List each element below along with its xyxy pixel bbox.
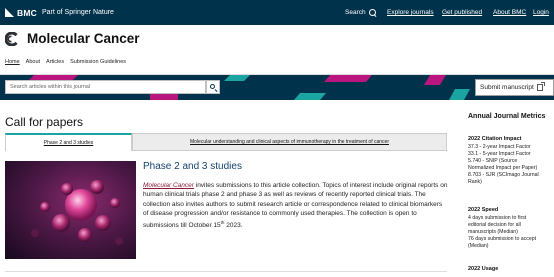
brand-name: BMC xyxy=(17,7,37,18)
speed-heading: 2022 Speed xyxy=(468,207,499,213)
molecular-cancer-logo[interactable] xyxy=(5,32,18,46)
metric-line: 76 days submission to accept xyxy=(468,236,537,242)
metric-line: manuscripts (Median) xyxy=(468,229,518,235)
metric-line: Normalized Impact per Paper) xyxy=(468,165,538,171)
nav-home[interactable]: Home xyxy=(5,59,20,69)
search-icon xyxy=(368,8,377,17)
bmc-brand[interactable]: BMC Part of Springer Nature xyxy=(5,0,114,25)
article-text-end: 2023. xyxy=(224,222,243,230)
metric-line: 8.703 - SJR (SCImago Journal xyxy=(468,172,539,178)
cancer-cell-image xyxy=(5,161,136,259)
top-bar: BMC Part of Springer Nature Search Explo… xyxy=(0,0,554,25)
journal-link[interactable]: Molecular Cancer xyxy=(143,182,194,189)
metric-line: 33.1 - 5-year Impact Factor xyxy=(468,151,531,157)
article-text: invites submissions to this article coll… xyxy=(143,182,448,230)
tab-immunotherapy[interactable]: Molecular understanding and clinical asp… xyxy=(132,133,447,151)
collection-tabs: Phase 2 and 3 studies Molecular understa… xyxy=(5,133,447,151)
metric-line: (Median) xyxy=(468,243,489,249)
search-submit-button[interactable] xyxy=(206,80,220,94)
journal-title[interactable]: Molecular Cancer xyxy=(27,31,140,46)
magnifier-handle xyxy=(214,89,218,92)
content-divider xyxy=(5,271,447,272)
article-title[interactable]: Phase 2 and 3 studies xyxy=(143,161,242,172)
login-link[interactable]: Login xyxy=(533,0,549,25)
about-bmc-link[interactable]: About BMC xyxy=(493,0,526,25)
page-title: Call for papers xyxy=(5,115,84,129)
tab-phase-2-3[interactable]: Phase 2 and 3 studies xyxy=(5,133,132,151)
metric-line: editorial decision for all xyxy=(468,222,521,228)
submit-manuscript-label: Submit manuscript xyxy=(480,84,534,91)
get-published-link[interactable]: Get published xyxy=(442,0,482,25)
metric-line: Rank) xyxy=(468,179,482,185)
bmc-logo-icon xyxy=(5,8,14,17)
search-band: Search articles within this journal Subm… xyxy=(0,75,554,100)
search-input[interactable]: Search articles within this journal xyxy=(5,80,206,94)
submit-manuscript-button[interactable]: Submit manuscript xyxy=(475,79,554,96)
metric-line: 5.740 - SNIP (Source xyxy=(468,158,518,164)
citation-impact-heading: 2022 Citation Impact xyxy=(468,136,522,142)
article-description: Molecular Cancer invites submissions to … xyxy=(143,181,448,231)
usage-heading: 2022 Usage xyxy=(468,266,499,272)
nav-about[interactable]: About xyxy=(26,59,40,69)
nav-articles[interactable]: Articles xyxy=(46,59,64,69)
journal-nav: Home About Articles Submission Guideline… xyxy=(5,59,132,69)
nav-submission-guidelines[interactable]: Submission Guidelines xyxy=(70,59,126,69)
journal-header: Molecular Cancer xyxy=(0,25,554,55)
metric-line: 4 days submission to first xyxy=(468,215,527,221)
metric-line: 37.3 - 2-year Impact Factor xyxy=(468,144,531,150)
explore-journals-link[interactable]: Explore journals xyxy=(387,0,434,25)
topbar-search[interactable]: Search xyxy=(345,0,377,25)
magnifier-icon xyxy=(210,84,215,89)
metrics-title: Annual Journal Metrics xyxy=(468,113,546,120)
topbar-search-label: Search xyxy=(345,9,366,16)
brand-subtitle: Part of Springer Nature xyxy=(41,9,114,16)
external-link-icon xyxy=(536,82,545,91)
